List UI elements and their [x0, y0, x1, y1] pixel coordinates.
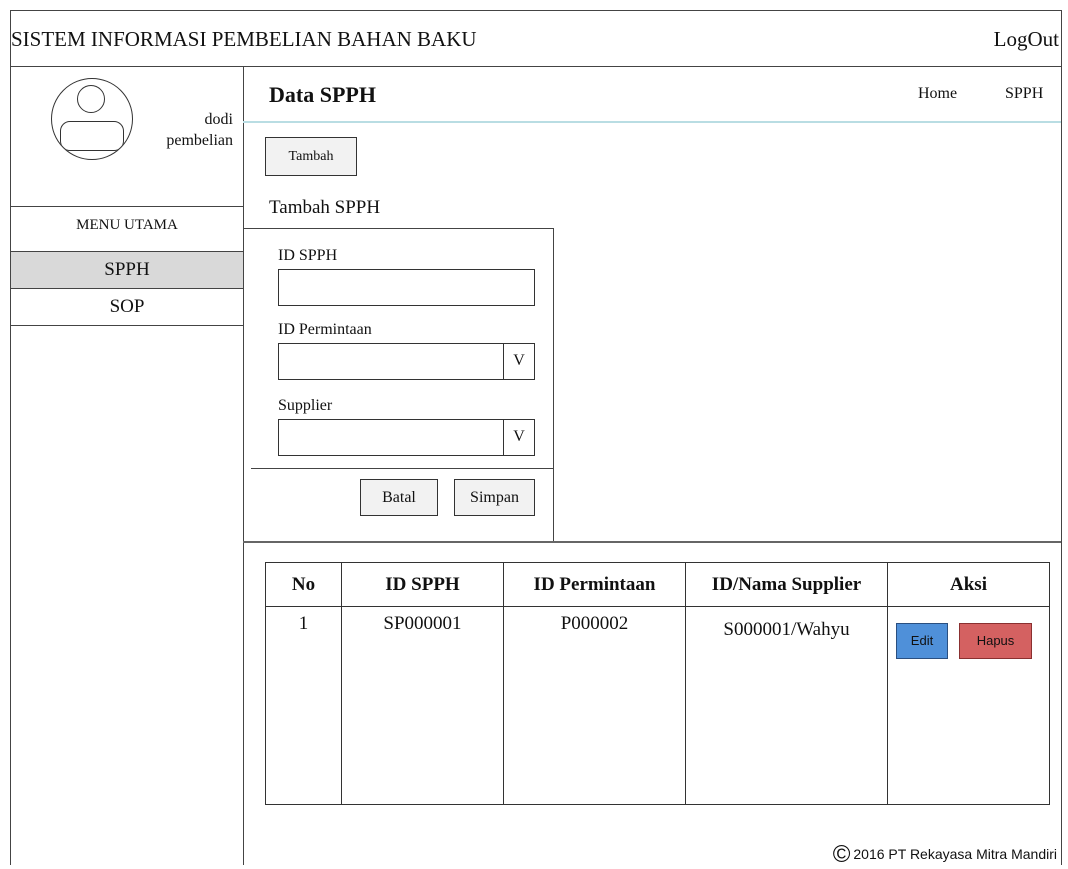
table-row: 1 SP000001 P000002 S000001/Wahyu Edit Ha… [265, 606, 1050, 805]
logout-link[interactable]: LogOut [994, 27, 1059, 52]
user-avatar-icon [51, 78, 133, 160]
supplier-label: Supplier [278, 397, 333, 414]
edit-button[interactable]: Edit [896, 623, 948, 659]
breadcrumb-home[interactable]: Home [918, 85, 957, 103]
action-group: Edit Hapus [888, 607, 1049, 787]
save-button[interactable]: Simpan [454, 479, 535, 516]
cancel-button[interactable]: Batal [360, 479, 438, 516]
column-header-no: No [265, 562, 342, 607]
header-divider [11, 66, 1061, 67]
supplier-select[interactable]: V [278, 419, 535, 456]
cell-aksi: Edit Hapus [887, 606, 1050, 805]
user-name: dodi [204, 111, 233, 128]
breadcrumb-spph[interactable]: SPPH [1005, 85, 1043, 103]
copyright-icon: © [832, 841, 851, 868]
row-supplier-value: S000001/Wahyu [723, 619, 850, 640]
title-underline [243, 121, 1061, 123]
column-header-id-permintaan: ID Permintaan [503, 562, 686, 607]
form-right-border [553, 228, 554, 541]
chevron-down-icon[interactable]: V [503, 344, 534, 379]
id-spph-label: ID SPPH [278, 247, 338, 264]
content-divider [243, 541, 1061, 543]
avatar-head [77, 85, 105, 113]
user-role: pembelian [166, 132, 233, 149]
page-title: Data SPPH [269, 82, 376, 107]
chevron-down-icon[interactable]: V [503, 420, 534, 455]
app-title: SISTEM INFORMASI PEMBELIAN BAHAN BAKU [11, 27, 477, 51]
id-spph-input[interactable] [278, 269, 535, 306]
id-permintaan-select[interactable]: V [278, 343, 535, 380]
column-header-supplier: ID/Nama Supplier [685, 562, 888, 607]
cell-supplier: S000001/Wahyu [685, 606, 888, 805]
avatar-body [60, 121, 124, 151]
row-no-value: 1 [298, 613, 309, 634]
spph-table: No ID SPPH ID Permintaan ID/Nama Supplie… [265, 562, 1050, 805]
add-button[interactable]: Tambah [265, 137, 357, 176]
sidebar-item-sop[interactable]: SOP [11, 289, 243, 326]
sidebar-item-spph[interactable]: SPPH [11, 252, 243, 289]
sidebar-divider [243, 66, 244, 865]
footer-text: 2016 PT Rekayasa Mitra Mandiri [853, 846, 1057, 862]
form-title: Tambah SPPH [269, 197, 381, 218]
column-header-aksi: Aksi [887, 562, 1050, 607]
delete-button[interactable]: Hapus [959, 623, 1032, 659]
cell-no: 1 [265, 606, 342, 805]
cell-id-permintaan: P000002 [503, 606, 686, 805]
menu-title: MENU UTAMA [76, 217, 178, 233]
form-top-border [243, 228, 553, 229]
cell-id-spph: SP000001 [341, 606, 504, 805]
row-id-spph-value: SP000001 [383, 613, 462, 634]
app-frame: SISTEM INFORMASI PEMBELIAN BAHAN BAKU Lo… [10, 10, 1062, 868]
form-separator [251, 468, 553, 469]
row-id-permintaan-value: P000002 [560, 613, 629, 634]
table-header-row: No ID SPPH ID Permintaan ID/Nama Supplie… [265, 562, 1050, 607]
id-permintaan-label: ID Permintaan [278, 321, 372, 338]
column-header-id-spph: ID SPPH [341, 562, 504, 607]
